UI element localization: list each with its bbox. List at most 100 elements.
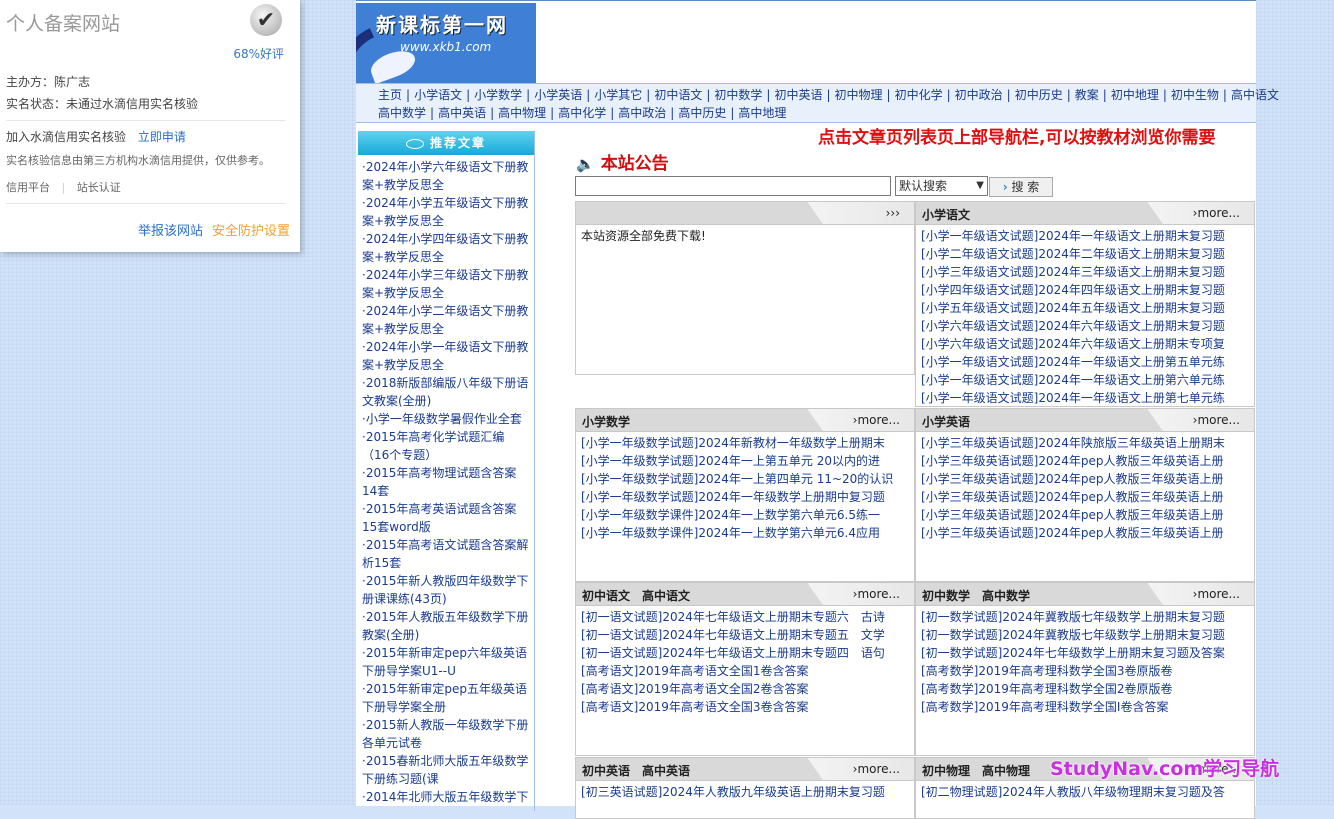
more-link[interactable]: ›more... bbox=[853, 762, 900, 776]
site-logo[interactable]: 新课标第一网 www.xkb1.com bbox=[356, 3, 536, 83]
more-link[interactable]: ›more... bbox=[1193, 206, 1240, 220]
nav-link[interactable]: 小学其它 bbox=[594, 88, 642, 102]
recommend-item[interactable]: ·2024年小学三年级语文下册教案+教学反思全 bbox=[358, 266, 534, 302]
article-link[interactable]: [高考语文]2019年高考语文全国1卷含答案 bbox=[581, 662, 909, 680]
recommend-item[interactable]: ·小学一年级数学暑假作业全套 bbox=[358, 410, 534, 428]
join-verify-label: 加入水滴信用实名核验 bbox=[6, 130, 127, 144]
article-link[interactable]: [小学三年级语文试题]2024年三年级语文上册期末复习题 bbox=[921, 263, 1249, 281]
article-link[interactable]: [小学三年级英语试题]2024年pep人教版三年级英语上册 bbox=[921, 470, 1249, 488]
site-info-card: 个人备案网站 ✔ 68%好评 主办方：陈广志 实名状态：未通过水滴信用实名核验 … bbox=[0, 0, 300, 252]
recommend-item[interactable]: ·2024年小学二年级语文下册教案+教学反思全 bbox=[358, 302, 534, 338]
apply-link[interactable]: 立即申请 bbox=[138, 130, 186, 144]
nav-link[interactable]: 小学英语 bbox=[534, 88, 582, 102]
article-link[interactable]: [小学一年级语文试题]2024年一年级语文上册第六单元练 bbox=[921, 371, 1249, 389]
article-link[interactable]: [初三英语试题]2024年人教版九年级英语上册期末复习题 bbox=[581, 783, 909, 801]
article-link[interactable]: [小学四年级语文试题]2024年四年级语文上册期末复习题 bbox=[921, 281, 1249, 299]
security-settings-link[interactable]: 安全防护设置 bbox=[212, 220, 290, 239]
nav-separator: | bbox=[526, 88, 531, 102]
article-link[interactable]: [高考数学]2019年高考理科数学全国2卷原版卷 bbox=[921, 680, 1249, 698]
search-type-select[interactable]: 默认搜索 ▼ bbox=[895, 176, 988, 196]
article-link[interactable]: [初一语文试题]2024年七年级语文上册期末专题五 文学 bbox=[581, 626, 909, 644]
nav-link[interactable]: 初中化学 bbox=[895, 88, 943, 102]
article-link[interactable]: [小学三年级英语试题]2024年pep人教版三年级英语上册 bbox=[921, 524, 1249, 542]
more-link[interactable]: ›more... bbox=[1193, 413, 1240, 427]
recommend-item[interactable]: ·2024年小学六年级语文下册教案+教学反思全 bbox=[358, 158, 534, 194]
article-link[interactable]: [小学三年级英语试题]2024年陕旅版三年级英语上册期末 bbox=[921, 434, 1249, 452]
recommend-item[interactable]: ·2015年新人教版四年级数学下册课课练(43页) bbox=[358, 572, 534, 608]
nav-link[interactable]: 高中地理 bbox=[738, 106, 786, 120]
article-link[interactable]: [小学一年级数学试题]2024年一上第四单元 11~20的认识 bbox=[581, 470, 909, 488]
article-link[interactable]: [小学三年级英语试题]2024年pep人教版三年级英语上册 bbox=[921, 488, 1249, 506]
nav-link[interactable]: 初中生物 bbox=[1171, 88, 1219, 102]
panel-body: [小学一年级语文试题]2024年一年级语文上册期末复习题 [小学二年级语文试题]2… bbox=[916, 225, 1254, 409]
nav-separator: | bbox=[706, 88, 711, 102]
article-link[interactable]: [小学一年级数学课件]2024年一上数学第六单元6.4应用 bbox=[581, 524, 909, 542]
nav-link[interactable]: 主页 bbox=[378, 88, 402, 102]
recommend-item[interactable]: ·2015年高考化学试题汇编（16个专题） bbox=[358, 428, 534, 464]
more-link[interactable]: ››› bbox=[886, 206, 900, 220]
owner-cert-link[interactable]: 站长认证 bbox=[77, 181, 121, 194]
article-link[interactable]: [高考语文]2019年高考语文全国2卷含答案 bbox=[581, 680, 909, 698]
recommend-item[interactable]: ·2015年高考英语试题含答案15套word版 bbox=[358, 500, 534, 536]
article-link[interactable]: [小学一年级语文试题]2024年一年级语文上册第五单元练 bbox=[921, 353, 1249, 371]
article-link[interactable]: [高考数学]2019年高考理科数学全国3卷原版卷 bbox=[921, 662, 1249, 680]
article-link[interactable]: [初一语文试题]2024年七年级语文上册期末专题四 语句 bbox=[581, 644, 909, 662]
nav-link[interactable]: 高中历史 bbox=[678, 106, 726, 120]
nav-link[interactable]: 初中数学 bbox=[714, 88, 762, 102]
more-link[interactable]: ›more... bbox=[853, 587, 900, 601]
nav-link[interactable]: 初中语文 bbox=[654, 88, 702, 102]
recommend-item[interactable]: ·2015春新北师大版五年级数学下册练习题(课 bbox=[358, 752, 534, 788]
nav-link[interactable]: 初中历史 bbox=[1015, 88, 1063, 102]
nav-link[interactable]: 高中英语 bbox=[438, 106, 486, 120]
nav-link[interactable]: 小学数学 bbox=[474, 88, 522, 102]
nav-link[interactable]: 初中英语 bbox=[774, 88, 822, 102]
article-link[interactable]: [小学三年级英语试题]2024年pep人教版三年级英语上册 bbox=[921, 452, 1249, 470]
article-link[interactable]: [初一语文试题]2024年七年级语文上册期末专题六 古诗 bbox=[581, 608, 909, 626]
recommend-item[interactable]: ·2018新版部编版八年级下册语文教案(全册) bbox=[358, 374, 534, 410]
nav-link[interactable]: 高中政治 bbox=[618, 106, 666, 120]
nav-link[interactable]: 高中化学 bbox=[558, 106, 606, 120]
recommend-item[interactable]: ·2014年北师大版五年级数学下 bbox=[358, 788, 534, 806]
recommend-item[interactable]: ·2015年高考语文试题含答案解析15套 bbox=[358, 536, 534, 572]
nav-link[interactable]: 初中物理 bbox=[835, 88, 883, 102]
article-link[interactable]: [小学一年级语文试题]2024年一年级语文上册第七单元练 bbox=[921, 389, 1249, 407]
recommend-item[interactable]: ·2015年新审定pep六年级英语下册导学案U1--U bbox=[358, 644, 534, 680]
report-link[interactable]: 举报该网站 bbox=[138, 220, 203, 239]
recommend-item[interactable]: ·2024年小学四年级语文下册教案+教学反思全 bbox=[358, 230, 534, 266]
article-link[interactable]: [高考数学]2019年高考理科数学全国I卷含答案 bbox=[921, 698, 1249, 716]
article-link[interactable]: [小学六年级语文试题]2024年六年级语文上册期末复习题 bbox=[921, 317, 1249, 335]
more-link[interactable]: ›more... bbox=[853, 413, 900, 427]
article-link[interactable]: [高考语文]2019年高考语文全国3卷含答案 bbox=[581, 698, 909, 716]
more-link[interactable]: ›more... bbox=[1193, 587, 1240, 601]
nav-link[interactable]: 高中物理 bbox=[498, 106, 546, 120]
recommend-item[interactable]: ·2015新人教版一年级数学下册各单元试卷 bbox=[358, 716, 534, 752]
recommend-item[interactable]: ·2015年新审定pep五年级英语下册导学案全册 bbox=[358, 680, 534, 716]
recommend-item[interactable]: ·2015年高考物理试题含答案14套 bbox=[358, 464, 534, 500]
search-input[interactable] bbox=[575, 176, 891, 196]
nav-link[interactable]: 初中政治 bbox=[955, 88, 1003, 102]
credit-platform-link[interactable]: 信用平台 bbox=[6, 181, 50, 194]
nav-link[interactable]: 教案 bbox=[1075, 88, 1099, 102]
article-link[interactable]: [小学一年级数学课件]2024年一上数学第六单元6.5练一 bbox=[581, 506, 909, 524]
article-link[interactable]: [小学五年级语文试题]2024年五年级语文上册期末复习题 bbox=[921, 299, 1249, 317]
article-link[interactable]: [初一数学试题]2024年冀教版七年级数学上册期末复习题 bbox=[921, 626, 1249, 644]
article-link[interactable]: [初一数学试题]2024年冀教版七年级数学上册期末复习题 bbox=[921, 608, 1249, 626]
article-link[interactable]: [小学一年级数学试题]2024年一上第五单元 20以内的进 bbox=[581, 452, 909, 470]
search-button[interactable]: › 搜 索 bbox=[989, 177, 1053, 197]
nav-link[interactable]: 高中数学 bbox=[378, 106, 426, 120]
article-link[interactable]: [小学一年级语文试题]2024年一年级语文上册期末复习题 bbox=[921, 227, 1249, 245]
article-link[interactable]: [小学一年级数学试题]2024年新教材一年级数学上册期末 bbox=[581, 434, 909, 452]
article-link[interactable]: [初二物理试题]2024年人教版八年级物理期末复习题及答 bbox=[921, 783, 1249, 801]
article-link[interactable]: [小学三年级英语试题]2024年pep人教版三年级英语上册 bbox=[921, 506, 1249, 524]
article-link[interactable]: [小学六年级语文试题]2024年六年级语文上册期末专项复 bbox=[921, 335, 1249, 353]
nav-link[interactable]: 高中语文 bbox=[1231, 88, 1279, 102]
article-link[interactable]: [小学二年级语文试题]2024年二年级语文上册期末复习题 bbox=[921, 245, 1249, 263]
nav-link[interactable]: 初中地理 bbox=[1111, 88, 1159, 102]
recommend-item[interactable]: ·2024年小学五年级语文下册教案+教学反思全 bbox=[358, 194, 534, 230]
recommend-item[interactable]: ·2024年小学一年级语文下册教案+教学反思全 bbox=[358, 338, 534, 374]
article-link[interactable]: [小学一年级数学试题]2024年一年级数学上册期中复习题 bbox=[581, 488, 909, 506]
article-link[interactable]: [初一数学试题]2024年七年级数学上册期末复习题及答案 bbox=[921, 644, 1249, 662]
recommend-item[interactable]: ·2015年人教版五年级数学下册教案(全册) bbox=[358, 608, 534, 644]
panel-title: 初中物理 高中物理 bbox=[922, 764, 1031, 778]
nav-link[interactable]: 小学语文 bbox=[414, 88, 462, 102]
